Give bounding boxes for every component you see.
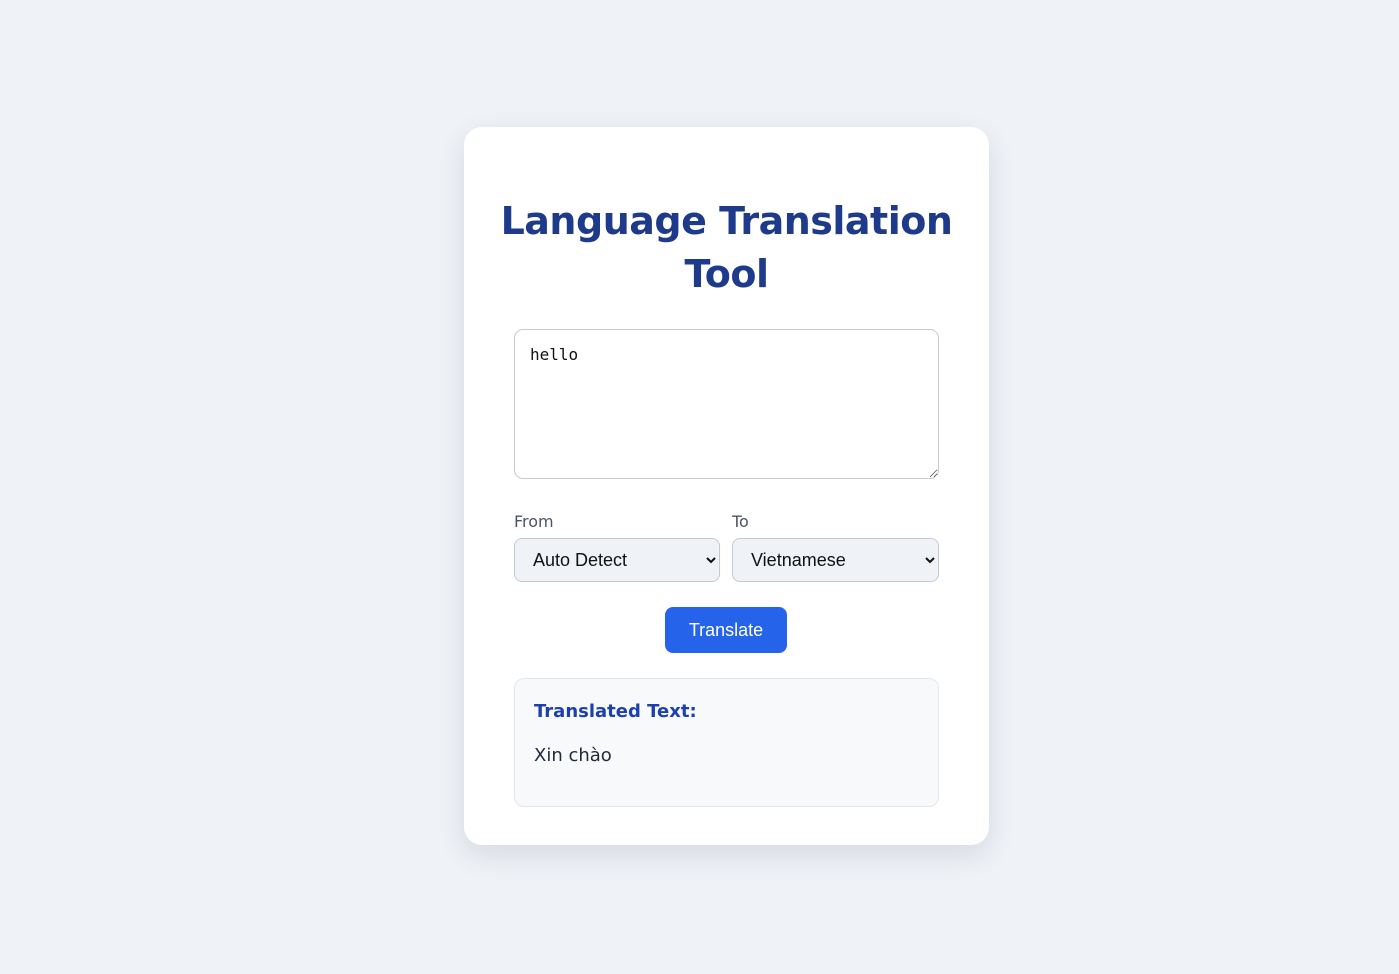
to-language-select[interactable]: Vietnamese <box>732 538 939 582</box>
result-panel: Translated Text: Xin chào <box>514 678 939 807</box>
from-language-group: From Auto Detect <box>514 511 720 582</box>
translation-card: Language Translation Tool hello From Aut… <box>464 127 989 845</box>
from-language-select[interactable]: Auto Detect <box>514 538 720 582</box>
from-label: From <box>514 512 554 531</box>
result-heading: Translated Text: <box>534 701 697 722</box>
source-text-input[interactable]: hello <box>514 329 939 479</box>
page-title: Language Translation Tool <box>500 199 953 296</box>
to-label: To <box>732 512 749 531</box>
to-language-group: To Vietnamese <box>732 511 939 582</box>
translate-button[interactable]: Translate <box>665 607 787 653</box>
translated-text: Xin chào <box>534 745 612 766</box>
